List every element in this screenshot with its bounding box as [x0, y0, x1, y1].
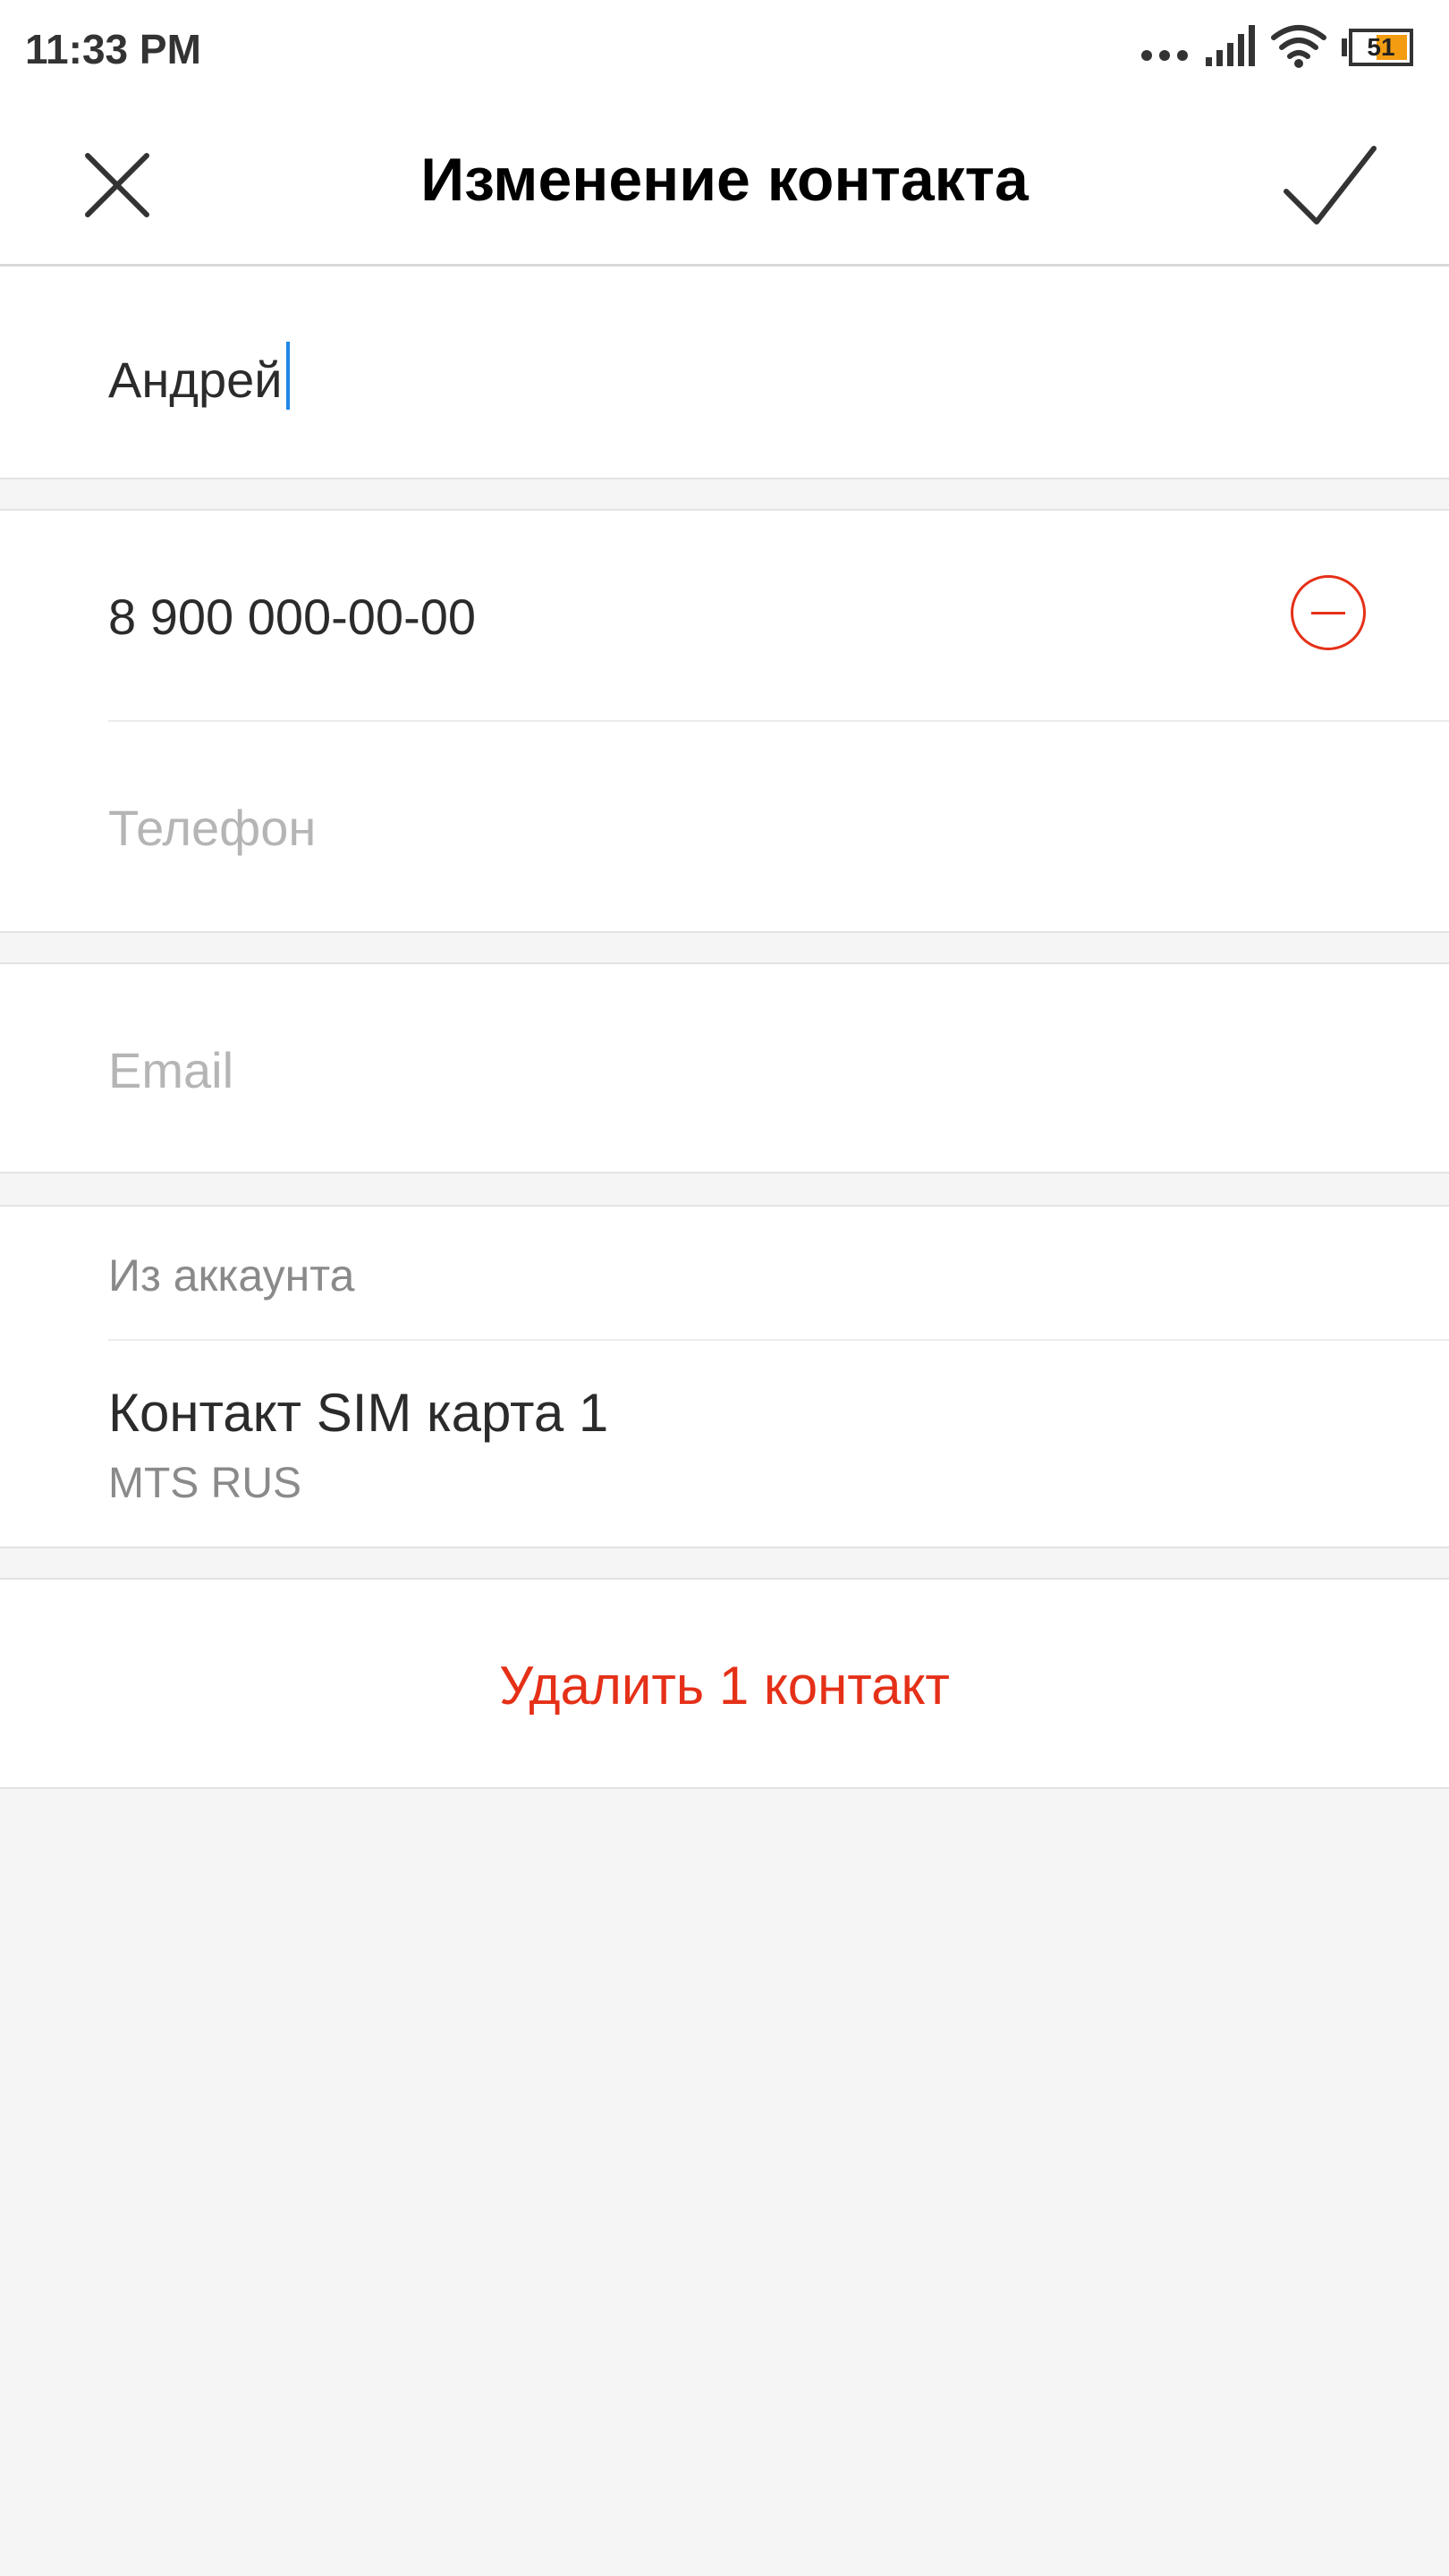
battery-level: 51 — [1367, 33, 1395, 61]
delete-section: Удалить 1 контакт — [0, 1578, 1449, 1789]
new-phone-field[interactable]: Телефон — [108, 799, 316, 857]
status-icons: 51 — [1140, 23, 1426, 77]
account-section: Из аккаунта Контакт SIM карта 1 MTS RUS — [0, 1205, 1449, 1548]
divider — [108, 720, 1449, 722]
phone-field[interactable]: 8 900 000-00-00 — [108, 588, 476, 646]
phone-section: 8 900 000-00-00 Телефон — [0, 509, 1449, 933]
header: Изменение контакта — [0, 98, 1449, 267]
check-icon[interactable] — [1281, 141, 1379, 231]
name-value: Андрей — [108, 352, 283, 408]
screen: 11:33 PM 51 Изменение контакта Андрей 8 … — [0, 0, 1449, 2576]
divider — [108, 1339, 1449, 1341]
name-field[interactable]: Андрей — [108, 342, 290, 410]
account-label: Из аккаунта — [108, 1250, 355, 1301]
wifi-icon — [1271, 25, 1326, 68]
delete-contact-button[interactable]: Удалить 1 контакт — [0, 1655, 1449, 1716]
page-title: Изменение контакта — [420, 146, 1029, 214]
email-section: Email — [0, 962, 1449, 1174]
signal-icon — [1206, 25, 1255, 66]
dots-icon — [1141, 50, 1188, 61]
account-carrier: MTS RUS — [108, 1460, 301, 1507]
remove-phone-icon[interactable] — [1291, 575, 1366, 650]
status-bar: 11:33 PM 51 — [0, 0, 1449, 98]
account-name[interactable]: Контакт SIM карта 1 — [108, 1382, 608, 1444]
phone-value: 8 900 000-00-00 — [108, 589, 477, 645]
email-field[interactable]: Email — [108, 1041, 233, 1099]
status-time: 11:33 PM — [25, 26, 201, 72]
battery-icon: 51 — [1342, 29, 1413, 66]
name-section: Андрей — [0, 267, 1449, 479]
text-cursor — [285, 342, 290, 410]
